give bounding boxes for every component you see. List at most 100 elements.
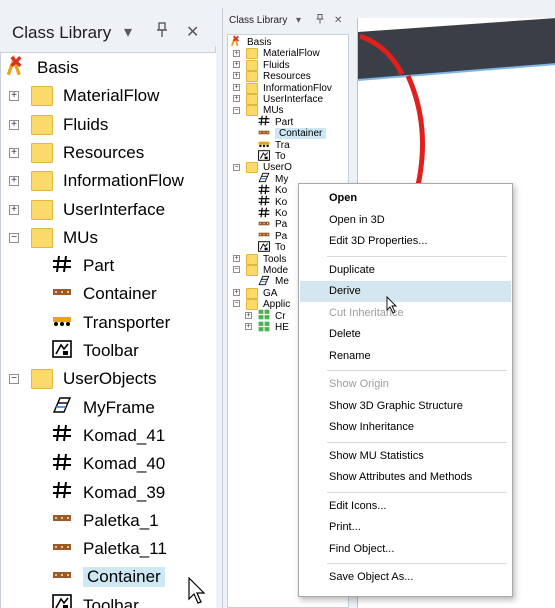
expand-icon[interactable]: + — [233, 72, 240, 80]
menu-item-duplicate[interactable]: Duplicate — [300, 260, 511, 281]
folder-icon — [246, 71, 258, 83]
menu-item-show-inheritance[interactable]: Show Inheritance — [300, 417, 511, 438]
menu-item-edit-3d-properties[interactable]: Edit 3D Properties... — [300, 231, 511, 252]
class-library-panel-zoomed: Class Library ▾ ✕ Basis + MaterialFlow + Flu… — [0, 0, 216, 608]
tree-root[interactable]: Basis — [5, 53, 79, 82]
menu-item-edit-icons[interactable]: Edit Icons... — [300, 496, 511, 517]
menu-item-show-origin: Show Origin — [329, 378, 389, 390]
folder-icon — [31, 114, 53, 135]
collapse-icon[interactable]: − — [233, 106, 240, 114]
part-icon — [51, 481, 73, 504]
tree-item-label: Resources — [63, 142, 145, 162]
tree-item[interactable]: Komad_40 — [51, 450, 165, 478]
expand-icon[interactable]: + — [233, 61, 240, 68]
tree-item[interactable]: Toolbar — [51, 337, 139, 365]
tree-item[interactable]: Container — [51, 563, 165, 591]
expand-icon[interactable]: + — [233, 83, 240, 91]
close-icon[interactable]: ✕ — [334, 14, 342, 28]
tree-item-label: Tools — [263, 253, 287, 265]
tree-item[interactable]: Container — [51, 280, 157, 308]
tree-item-label: MaterialFlow — [63, 86, 160, 106]
expand-icon[interactable]: + — [233, 49, 240, 57]
menu-item-open-in-3d[interactable]: Open in 3D — [300, 210, 511, 231]
collapse-icon[interactable]: − — [233, 300, 240, 308]
expand-icon[interactable]: + — [245, 323, 252, 331]
tree-item[interactable]: Fluids — [31, 111, 108, 139]
tree-item-label: Ko — [275, 208, 288, 219]
close-icon[interactable]: ✕ — [186, 22, 199, 44]
tree-item-label: Cr — [275, 310, 286, 322]
folder-icon — [246, 299, 258, 311]
collapse-icon[interactable]: − — [233, 163, 240, 171]
tree-item-label: Pa — [275, 230, 288, 242]
folder-icon — [246, 105, 258, 117]
menu-item-show-attributes-and-methods[interactable]: Show Attributes and Methods — [300, 467, 511, 488]
tree-item-label: Ko — [275, 196, 288, 208]
dropdown-icon[interactable]: ▾ — [296, 14, 301, 28]
tree-item[interactable]: Resources — [31, 139, 144, 167]
tree-item-label: HE — [275, 322, 289, 333]
tree-item[interactable]: HE — [258, 321, 289, 334]
tree-item[interactable]: UserObjects — [31, 365, 157, 393]
collapse-icon[interactable]: − — [9, 374, 19, 385]
tree-item-label: UserObjects — [63, 369, 157, 389]
folder-icon — [246, 162, 258, 174]
tree-item-label: Basis — [37, 58, 79, 77]
menu-item-show-mu-statistics[interactable]: Show MU Statistics — [300, 446, 511, 467]
container-icon — [51, 566, 73, 589]
expand-icon[interactable]: + — [9, 204, 19, 215]
tree-item[interactable]: InformationFlow — [31, 167, 184, 195]
folder-icon — [246, 59, 258, 71]
pin-icon[interactable] — [316, 14, 324, 29]
expand-icon[interactable]: + — [245, 311, 252, 319]
collapse-icon[interactable]: − — [233, 266, 240, 274]
tree-item[interactable]: MaterialFlow — [31, 82, 159, 110]
container-icon — [51, 538, 73, 561]
expand-icon[interactable]: + — [233, 289, 240, 296]
expand-icon[interactable]: + — [9, 91, 19, 102]
expand-icon[interactable]: + — [233, 95, 240, 103]
tree-item[interactable]: MUs — [31, 224, 98, 252]
tree-item-label: Pa — [275, 219, 288, 231]
tree-item-label: Me — [275, 276, 289, 288]
tree-item-label: InformationFlov — [263, 82, 332, 94]
tree-item[interactable]: Transporter — [51, 309, 170, 337]
expand-icon[interactable]: + — [233, 254, 240, 262]
menu-item-delete[interactable]: Delete — [300, 324, 511, 345]
tree-item[interactable]: Part — [51, 252, 114, 280]
tree-item-label: Container — [275, 128, 327, 140]
pin-icon[interactable] — [156, 22, 168, 45]
menu-item-save-object-as[interactable]: Save Object As... — [300, 567, 511, 588]
basis-icon — [230, 35, 242, 50]
dropdown-icon[interactable]: ▾ — [124, 22, 132, 44]
menu-item-print[interactable]: Print... — [300, 517, 511, 538]
menu-item-derive[interactable]: Derive — [300, 281, 511, 302]
library-icon — [258, 321, 270, 335]
tree-item-label: MyFrame — [83, 397, 155, 417]
container-icon — [51, 283, 73, 306]
folder-icon — [246, 94, 258, 105]
tree-item[interactable]: Toolbar — [51, 592, 139, 608]
tree-item-label: Container — [83, 284, 157, 304]
tree-item[interactable]: MyFrame — [51, 394, 155, 422]
menu-item-show-3d-graphic-structure[interactable]: Show 3D Graphic Structure — [300, 396, 511, 417]
menu-item-rename[interactable]: Rename — [300, 346, 511, 367]
expand-icon[interactable]: + — [9, 119, 19, 130]
folder-icon — [31, 86, 53, 107]
tree-item[interactable]: Komad_41 — [51, 422, 165, 450]
tree-item-label: Fluids — [263, 59, 290, 71]
expand-icon[interactable]: + — [9, 176, 19, 187]
tree-item[interactable]: Paletka_11 — [51, 535, 167, 563]
tree-item[interactable]: Komad_39 — [51, 479, 165, 507]
menu-separator — [327, 491, 507, 493]
panel-header: Class Library ▾ ✕ — [223, 8, 353, 30]
menu-separator — [327, 370, 507, 371]
tree-item-label: MUs — [63, 227, 98, 247]
tree-item[interactable]: UserInterface — [31, 196, 165, 224]
folder-icon — [31, 199, 53, 220]
tree-item[interactable]: Paletka_1 — [51, 507, 159, 535]
collapse-icon[interactable]: − — [9, 232, 19, 243]
menu-item-find-object[interactable]: Find Object... — [300, 539, 511, 560]
menu-item-open[interactable]: Open — [300, 188, 511, 209]
expand-icon[interactable]: + — [9, 148, 19, 159]
